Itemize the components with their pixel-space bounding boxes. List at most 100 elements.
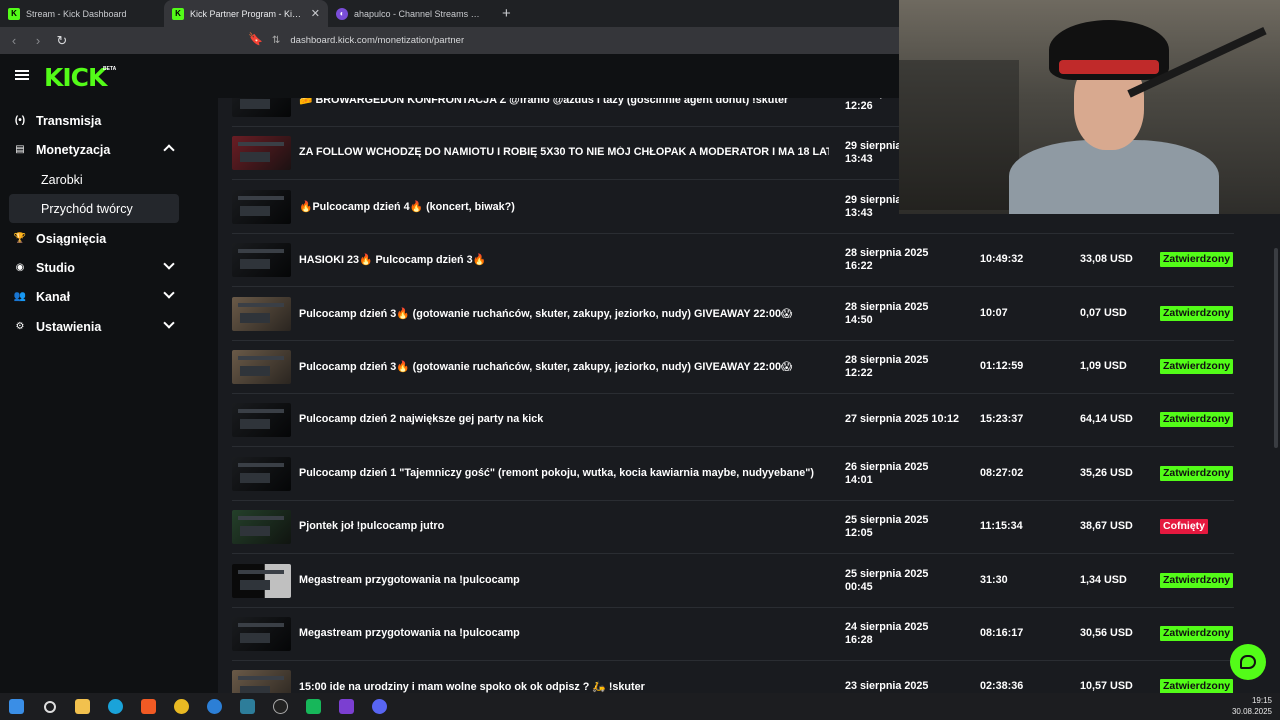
stream-title[interactable]: Pulcocamp dzień 2 największe gej party n… bbox=[299, 413, 829, 425]
system-clock[interactable]: 19:15 30.08.2025 bbox=[1232, 695, 1272, 717]
table-row[interactable]: Pulcocamp dzień 3🔥 (gotowanie ruchańców,… bbox=[232, 341, 1234, 394]
back-icon[interactable]: ‹ bbox=[4, 33, 24, 48]
search-icon[interactable] bbox=[33, 693, 66, 720]
tab-title: Kick Partner Program - Kick Dash bbox=[190, 8, 305, 19]
chrome-icon[interactable] bbox=[165, 693, 198, 720]
sidebar-item-ustawienia[interactable]: ⚙ Ustawienia bbox=[9, 312, 179, 341]
brave-icon[interactable] bbox=[132, 693, 165, 720]
stream-thumbnail[interactable] bbox=[232, 403, 291, 438]
stream-thumbnail[interactable] bbox=[232, 296, 291, 331]
stream-title[interactable]: Pulcocamp dzień 1 "Tajemniczy gość" (rem… bbox=[299, 467, 829, 479]
stream-title[interactable]: Pulcocamp dzień 3🔥 (gotowanie ruchańców,… bbox=[299, 360, 829, 373]
status-badge: Zatwierdzony bbox=[1160, 359, 1234, 374]
status-badge: Zatwierdzony bbox=[1160, 679, 1234, 693]
reload-icon[interactable]: ↻ bbox=[52, 33, 72, 49]
stream-title[interactable]: 🧀 BROWARGEDON KONFRONTACJA Z @franio @az… bbox=[299, 98, 829, 106]
kick-logo[interactable]: KICK bbox=[44, 63, 107, 92]
stream-title[interactable]: Pulcocamp dzień 3🔥 (gotowanie ruchańców,… bbox=[299, 307, 829, 320]
table-row[interactable]: Pulcocamp dzień 2 największe gej party n… bbox=[232, 394, 1234, 448]
stream-thumbnail[interactable] bbox=[232, 670, 291, 693]
studio-icon: ◉ bbox=[15, 262, 25, 273]
chevron-down-icon bbox=[163, 287, 175, 299]
stream-title[interactable]: 🔥Pulcocamp dzień 4🔥 (koncert, biwak?) bbox=[299, 200, 829, 213]
table-row[interactable]: HASIOKI 23🔥 Pulcocamp dzień 3🔥 28 sierpni… bbox=[232, 234, 1234, 288]
stream-thumbnail[interactable] bbox=[232, 456, 291, 491]
stream-revenue: 33,08 USD bbox=[1080, 253, 1133, 266]
stream-thumbnail[interactable] bbox=[232, 563, 291, 598]
stream-thumbnail[interactable] bbox=[232, 189, 291, 224]
close-tab-icon[interactable]: ✕ bbox=[311, 7, 320, 20]
discord-icon[interactable] bbox=[363, 693, 396, 720]
scrollbar-thumb[interactable] bbox=[1274, 248, 1278, 448]
edge-icon[interactable] bbox=[99, 693, 132, 720]
browser-tab-2[interactable]: K Kick Partner Program - Kick Dash ✕ bbox=[164, 0, 328, 27]
channel-icon: 👥 bbox=[13, 291, 27, 302]
webcam-person-body bbox=[1009, 140, 1219, 214]
chevron-down-icon bbox=[163, 258, 175, 270]
table-row[interactable]: 15:00 ide na urodziny i mam wolne spoko … bbox=[232, 661, 1234, 693]
forward-icon[interactable]: › bbox=[28, 33, 48, 48]
stream-title[interactable]: Pjontek joł !pulcocamp jutro bbox=[299, 520, 829, 532]
url-field[interactable]: ⇅ dashboard.kick.com/monetization/partne… bbox=[272, 29, 912, 52]
windows-start-icon[interactable] bbox=[0, 693, 33, 720]
app-icon[interactable] bbox=[297, 693, 330, 720]
table-row[interactable]: Megastream przygotowania na !pulcocamp 25… bbox=[232, 555, 1234, 608]
app-icon[interactable] bbox=[198, 693, 231, 720]
help-chat-button[interactable] bbox=[1230, 644, 1266, 680]
sidebar-item-zarobki[interactable]: Zarobki bbox=[9, 165, 179, 194]
obs-icon[interactable] bbox=[264, 693, 297, 720]
bandana bbox=[1059, 60, 1159, 74]
kick-icon: K bbox=[8, 7, 20, 20]
stream-thumbnail[interactable] bbox=[232, 617, 291, 651]
app-icon[interactable] bbox=[330, 693, 363, 720]
browser-tab-3[interactable]: ◐ ahapulco - Channel Streams on Kick bbox=[328, 0, 492, 27]
bookmark-icon[interactable]: 🔖 bbox=[248, 32, 263, 46]
stream-thumbnail[interactable] bbox=[232, 136, 291, 171]
taskbar: 19:15 30.08.2025 bbox=[0, 693, 1280, 720]
stream-thumbnail[interactable] bbox=[232, 98, 291, 117]
menu-icon[interactable] bbox=[15, 70, 29, 80]
sidebar-item-transmisja[interactable]: (•) Transmisja bbox=[9, 106, 179, 135]
stream-date: 23 sierpnia 2025 bbox=[845, 680, 929, 693]
stream-title[interactable]: Megastream przygotowania na !pulcocamp bbox=[299, 574, 829, 586]
kick-icon: K bbox=[172, 7, 184, 20]
stream-title[interactable]: ZA FOLLOW WCHODZĘ DO NAMIOTU I ROBIĘ 5X3… bbox=[299, 146, 829, 158]
chat-icon bbox=[1240, 655, 1256, 669]
new-tab-button[interactable]: + bbox=[492, 0, 521, 27]
status-badge: Zatwierdzony bbox=[1160, 572, 1234, 588]
file-explorer-icon[interactable] bbox=[66, 693, 99, 720]
table-row[interactable]: Megastream przygotowania na !pulcocamp 24… bbox=[232, 608, 1234, 661]
stream-duration: 01:12:59 bbox=[980, 360, 1024, 372]
sidebar-item-osiagniecia[interactable]: 🏆 Osiągnięcia bbox=[9, 224, 179, 253]
chevron-down-icon bbox=[163, 317, 175, 329]
sidebar-item-przychod-tworcy[interactable]: Przychód twórcy bbox=[9, 194, 179, 223]
stream-revenue: 1,34 USD bbox=[1080, 573, 1127, 586]
beta-badge: BETA bbox=[103, 66, 117, 72]
stream-thumbnail[interactable] bbox=[232, 243, 291, 278]
stream-title[interactable]: Megastream przygotowania na !pulcocamp bbox=[299, 627, 829, 639]
sidebar-item-kanal[interactable]: 👥 Kanał bbox=[9, 282, 179, 311]
stream-date: 24 sierpnia 2025 16:28 bbox=[845, 621, 929, 646]
stream-duration: 31:30 bbox=[980, 573, 1008, 586]
stream-date: 25 sierpnia 2025 00:45 bbox=[845, 567, 929, 593]
app-icon[interactable] bbox=[231, 693, 264, 720]
table-row[interactable]: Pulcocamp dzień 3🔥 (gotowanie ruchańców,… bbox=[232, 288, 1234, 341]
sidebar: (•) Transmisja ▤ Monetyzacja Zarobki Prz… bbox=[0, 98, 218, 693]
sidebar-item-studio[interactable]: ◉ Studio bbox=[9, 253, 179, 282]
sidebar-item-monetyzacja[interactable]: ▤ Monetyzacja bbox=[9, 135, 179, 164]
stream-revenue: 30,56 USD bbox=[1080, 627, 1133, 639]
status-badge: Zatwierdzony bbox=[1160, 252, 1234, 268]
stream-date: 26 sierpnia 2025 14:01 bbox=[845, 460, 929, 486]
table-row[interactable]: Pulcocamp dzień 1 "Tajemniczy gość" (rem… bbox=[232, 448, 1234, 501]
webcam-background bbox=[899, 60, 1019, 210]
stream-duration: 10:07 bbox=[980, 306, 1008, 319]
stream-thumbnail[interactable] bbox=[232, 510, 291, 545]
stream-thumbnail[interactable] bbox=[232, 350, 291, 384]
stream-title[interactable]: 15:00 ide na urodziny i mam wolne spoko … bbox=[299, 680, 829, 693]
channel-icon: ◐ bbox=[336, 7, 348, 20]
table-row[interactable]: Pjontek joł !pulcocamp jutro 25 sierpnia … bbox=[232, 501, 1234, 555]
browser-tab-1[interactable]: K Stream - Kick Dashboard bbox=[0, 0, 164, 27]
stream-date: 27 sierpnia 2025 10:12 bbox=[845, 413, 960, 426]
stream-title[interactable]: HASIOKI 23🔥 Pulcocamp dzień 3🔥 bbox=[299, 253, 829, 266]
site-settings-icon[interactable]: ⇅ bbox=[272, 35, 280, 46]
